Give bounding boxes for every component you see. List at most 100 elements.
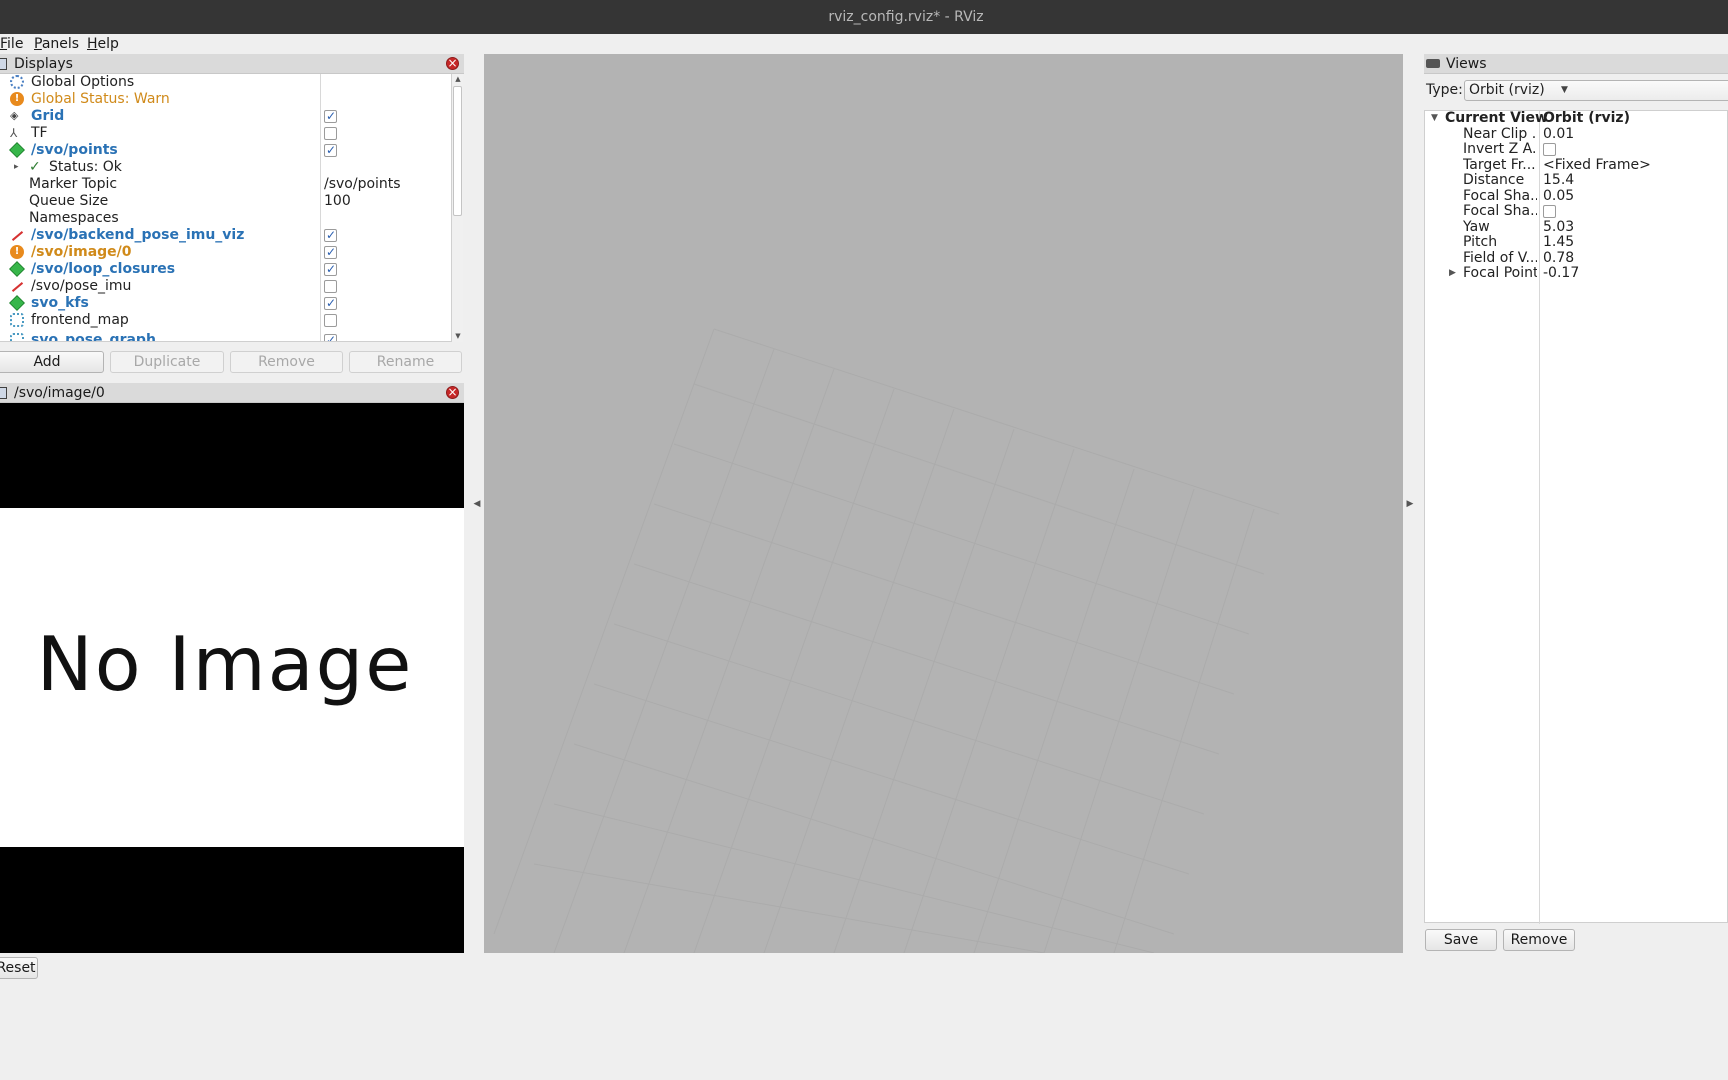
menu-file[interactable]: File	[0, 35, 23, 53]
collapse-left-icon[interactable]: ◀	[472, 497, 482, 511]
scroll-up-icon[interactable]: ▲	[452, 74, 464, 84]
prop-value[interactable]: 5.03	[1543, 219, 1574, 235]
tree-label: /svo/points	[31, 142, 118, 158]
type-label: Type:	[1426, 82, 1463, 98]
prop-value[interactable]: -0.17	[1543, 266, 1579, 281]
tree-row-svo-pose-graph[interactable]: svo_pose_graph	[0, 332, 451, 341]
tree-row-loop-closures[interactable]: /svo/loop_closures	[0, 261, 451, 278]
tree-label: /svo/image/0	[31, 244, 132, 260]
enabled-checkbox[interactable]	[324, 280, 337, 293]
close-icon[interactable]	[446, 54, 459, 72]
duplicate-button[interactable]: Duplicate	[110, 351, 224, 373]
tree-label: /svo/backend_pose_imu_viz	[31, 227, 245, 243]
pose-arrow-icon	[10, 279, 24, 293]
property-value[interactable]: /svo/points	[324, 176, 401, 193]
prop-row[interactable]: Field of V... 0.78	[1425, 250, 1728, 267]
tree-row-marker-topic[interactable]: Marker Topic /svo/points	[0, 176, 451, 193]
pointcloud-icon	[10, 333, 24, 341]
window-title: rviz_config.rviz* - RViz	[828, 9, 984, 25]
tree-label: Status: Ok	[49, 159, 122, 175]
enabled-checkbox[interactable]	[324, 142, 337, 159]
remove-view-button[interactable]: Remove	[1503, 929, 1575, 951]
prop-checkbox[interactable]	[1543, 205, 1556, 218]
prop-name: Pitch	[1463, 235, 1498, 250]
reset-button[interactable]: Reset	[0, 957, 38, 979]
property-value[interactable]: 100	[324, 193, 351, 210]
collapse-arrow-icon[interactable]: ▼	[1431, 111, 1438, 126]
tree-row-global-status[interactable]: ! Global Status: Warn	[0, 91, 451, 108]
current-view-row[interactable]: ▼ Current View Orbit (rviz)	[1425, 111, 1728, 127]
menu-help[interactable]: Help	[87, 35, 119, 53]
prop-row[interactable]: Yaw 5.03	[1425, 219, 1728, 236]
expand-arrow-icon[interactable]: ▸	[14, 159, 19, 176]
tree-row-queue-size[interactable]: Queue Size 100	[0, 193, 451, 210]
tree-row-svo-points[interactable]: /svo/points	[0, 142, 451, 159]
prop-name: Target Fr...	[1463, 157, 1536, 173]
menu-bar: File Panels Help	[0, 34, 1728, 54]
tree-row-grid[interactable]: ◈ Grid	[0, 108, 451, 125]
remove-display-button[interactable]: Remove	[230, 351, 343, 373]
save-view-button[interactable]: Save	[1425, 929, 1497, 951]
prop-row[interactable]: Focal Sha...	[1425, 204, 1728, 220]
tree-row-global-options[interactable]: Global Options	[0, 74, 451, 91]
prop-name: Invert Z A...	[1463, 142, 1537, 157]
enabled-checkbox[interactable]	[324, 227, 337, 244]
tree-row-frontend-map[interactable]: frontend_map	[0, 312, 451, 329]
tree-row-pose-imu[interactable]: /svo/pose_imu	[0, 278, 451, 295]
prop-value[interactable]: 0.78	[1543, 250, 1574, 266]
displays-tree[interactable]: Global Options ! Global Status: Warn ◈ G…	[0, 74, 451, 342]
marker-cube-icon	[9, 261, 25, 277]
tree-row-svo-kfs[interactable]: svo_kfs	[0, 295, 451, 312]
prop-row[interactable]: Focal Sha... 0.05	[1425, 188, 1728, 205]
close-icon[interactable]	[446, 383, 459, 401]
prop-value[interactable]: <Fixed Frame>	[1543, 157, 1651, 173]
enabled-checkbox[interactable]	[324, 127, 337, 140]
prop-row[interactable]: ▶ Focal Point -0.17	[1425, 266, 1728, 282]
prop-row[interactable]: Invert Z A...	[1425, 142, 1728, 158]
enabled-checkbox[interactable]	[324, 314, 337, 327]
tree-label: /svo/pose_imu	[31, 278, 132, 294]
checkmark-icon: ✓	[29, 159, 41, 175]
collapse-right-icon[interactable]: ▶	[1405, 497, 1415, 511]
enabled-checkbox[interactable]	[324, 108, 337, 125]
tree-row-namespaces[interactable]: Namespaces	[0, 210, 451, 227]
gear-icon	[10, 75, 24, 89]
enabled-checkbox[interactable]	[324, 261, 337, 278]
displays-panel-title: Displays	[14, 56, 73, 72]
tree-row-status-ok[interactable]: ▸ ✓ Status: Ok	[0, 159, 451, 176]
current-view-label: Current View	[1445, 110, 1548, 126]
prop-row[interactable]: Pitch 1.45	[1425, 235, 1728, 251]
render-3d-view[interactable]	[484, 54, 1403, 953]
property-name: Namespaces	[29, 210, 119, 226]
views-property-tree[interactable]: ▼ Current View Orbit (rviz) Near Clip ..…	[1424, 110, 1728, 924]
add-button[interactable]: Add	[0, 351, 104, 373]
prop-value[interactable]: 1.45	[1543, 235, 1574, 250]
marker-cube-icon	[9, 295, 25, 311]
prop-row[interactable]: Target Fr... <Fixed Frame>	[1425, 157, 1728, 174]
prop-name: Focal Point	[1463, 266, 1537, 281]
prop-row[interactable]: Distance 15.4	[1425, 173, 1728, 189]
scroll-down-icon[interactable]: ▼	[452, 331, 464, 341]
prop-value[interactable]: 15.4	[1543, 173, 1574, 188]
prop-checkbox[interactable]	[1543, 143, 1556, 156]
tree-label: Global Status: Warn	[31, 91, 170, 107]
tree-row-svo-image[interactable]: ! /svo/image/0	[0, 244, 451, 261]
rename-button[interactable]: Rename	[349, 351, 462, 373]
tree-label: svo_kfs	[31, 295, 89, 311]
prop-value[interactable]: 0.01	[1543, 126, 1574, 142]
enabled-checkbox[interactable]	[324, 244, 337, 261]
enabled-checkbox[interactable]	[324, 332, 337, 341]
warning-icon: !	[10, 92, 24, 106]
title-bar: rviz_config.rviz* - RViz	[0, 0, 1728, 34]
menu-panels[interactable]: Panels	[34, 35, 79, 53]
enabled-checkbox[interactable]	[324, 295, 337, 312]
scroll-thumb[interactable]	[453, 86, 462, 216]
tree-row-backend-pose-imu-viz[interactable]: /svo/backend_pose_imu_viz	[0, 227, 451, 244]
prop-name: Yaw	[1463, 219, 1490, 235]
tree-scrollbar[interactable]: ▲ ▼	[451, 74, 463, 342]
prop-value[interactable]: 0.05	[1543, 188, 1574, 204]
tree-row-tf[interactable]: ⅄ TF	[0, 125, 451, 142]
expand-arrow-icon[interactable]: ▶	[1449, 266, 1456, 281]
prop-row[interactable]: Near Clip ... 0.01	[1425, 126, 1728, 143]
view-type-select[interactable]: Orbit (rviz) ▼	[1464, 80, 1728, 101]
